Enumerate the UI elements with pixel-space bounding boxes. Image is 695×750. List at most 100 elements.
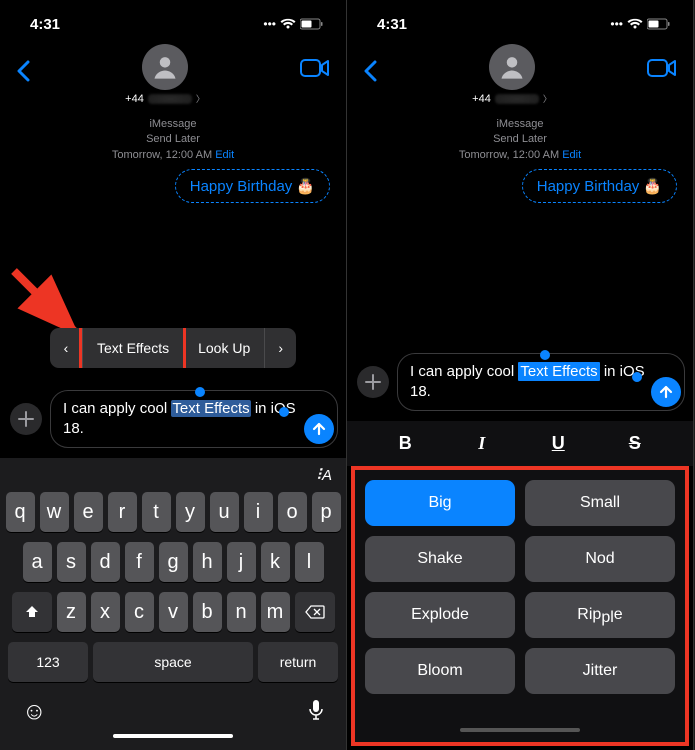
- keyboard: ⠸A q w e r t y u i o p a s d f g h j k l: [0, 458, 346, 750]
- key-shift[interactable]: [12, 592, 52, 632]
- key-p[interactable]: p: [312, 492, 341, 532]
- keyboard-format-toggle[interactable]: ⠸A: [4, 464, 342, 492]
- status-bar: 4:31 •••: [347, 0, 693, 40]
- effect-explode[interactable]: Explode: [365, 592, 515, 638]
- context-prev[interactable]: ‹: [50, 328, 82, 368]
- home-indicator[interactable]: [113, 734, 233, 738]
- key-m[interactable]: m: [261, 592, 290, 632]
- edit-schedule[interactable]: Edit: [562, 149, 581, 161]
- key-123[interactable]: 123: [8, 642, 88, 682]
- wifi-icon: [280, 18, 296, 30]
- key-y[interactable]: y: [176, 492, 205, 532]
- key-a[interactable]: a: [23, 542, 52, 582]
- compose-input[interactable]: I can apply cool Text Effects in iOS 18.: [50, 390, 338, 449]
- chevron-right-icon: 〉: [543, 92, 552, 105]
- key-i[interactable]: i: [244, 492, 273, 532]
- context-next[interactable]: ›: [264, 328, 296, 368]
- person-icon: [498, 53, 526, 81]
- key-b[interactable]: b: [193, 592, 222, 632]
- chevron-left-icon: [363, 60, 377, 82]
- status-time: 4:31: [377, 16, 407, 33]
- key-k[interactable]: k: [261, 542, 290, 582]
- key-row-1: q w e r t y u i o p: [4, 492, 342, 532]
- context-item-text-effects[interactable]: Text Effects: [82, 328, 183, 368]
- key-w[interactable]: w: [40, 492, 69, 532]
- emoji-button[interactable]: ☺: [22, 698, 47, 726]
- compose-row: I can apply cool Text Effects in iOS 18.: [0, 390, 346, 459]
- key-r[interactable]: r: [108, 492, 137, 532]
- selection-handle-start[interactable]: [195, 387, 205, 397]
- dictation-button[interactable]: [308, 699, 324, 726]
- contact-number-row: +44 〉: [472, 92, 552, 105]
- facetime-button[interactable]: [300, 44, 330, 83]
- arrow-up-icon: [312, 422, 326, 436]
- apps-button[interactable]: [357, 366, 389, 398]
- key-g[interactable]: g: [159, 542, 188, 582]
- key-x[interactable]: x: [91, 592, 120, 632]
- back-button[interactable]: [16, 44, 30, 89]
- send-button[interactable]: [304, 414, 334, 444]
- scheduled-message-bubble[interactable]: Happy Birthday 🎂: [175, 169, 330, 203]
- key-e[interactable]: e: [74, 492, 103, 532]
- key-q[interactable]: q: [6, 492, 35, 532]
- selection-handle-end[interactable]: [632, 372, 642, 382]
- effect-small[interactable]: Small: [525, 480, 675, 526]
- effect-bloom[interactable]: Bloom: [365, 648, 515, 694]
- key-n[interactable]: n: [227, 592, 256, 632]
- selection-handle-start[interactable]: [540, 350, 550, 360]
- blurred-number: [495, 94, 539, 104]
- key-d[interactable]: d: [91, 542, 120, 582]
- avatar: [142, 44, 188, 90]
- key-c[interactable]: c: [125, 592, 154, 632]
- effect-big[interactable]: Big: [365, 480, 515, 526]
- status-time: 4:31: [30, 16, 60, 33]
- selection-handle-end[interactable]: [279, 407, 289, 417]
- key-j[interactable]: j: [227, 542, 256, 582]
- key-l[interactable]: l: [295, 542, 324, 582]
- format-underline[interactable]: U: [546, 433, 570, 454]
- context-menu-inner: ‹ Text Effects Look Up ›: [50, 328, 296, 368]
- conversation-header: +44 〉: [0, 40, 346, 113]
- compose-pre: I can apply cool: [63, 400, 171, 417]
- key-h[interactable]: h: [193, 542, 222, 582]
- cellular-icon: •••: [263, 17, 276, 31]
- status-icons: •••: [263, 17, 324, 31]
- home-indicator[interactable]: [460, 728, 580, 732]
- key-s[interactable]: s: [57, 542, 86, 582]
- service-label: iMessage: [347, 117, 693, 132]
- key-backspace[interactable]: [295, 592, 335, 632]
- key-f[interactable]: f: [125, 542, 154, 582]
- scheduled-message-bubble[interactable]: Happy Birthday 🎂: [522, 169, 677, 203]
- format-italic[interactable]: I: [470, 433, 494, 454]
- key-t[interactable]: t: [142, 492, 171, 532]
- send-button[interactable]: [651, 377, 681, 407]
- key-u[interactable]: u: [210, 492, 239, 532]
- back-button[interactable]: [363, 44, 377, 89]
- key-o[interactable]: o: [278, 492, 307, 532]
- compose-input[interactable]: I can apply cool Text Effects in iOS 18.: [397, 353, 685, 412]
- edit-schedule[interactable]: Edit: [215, 149, 234, 161]
- key-return[interactable]: return: [258, 642, 338, 682]
- effect-shake[interactable]: Shake: [365, 536, 515, 582]
- battery-icon: [300, 18, 324, 30]
- blurred-number: [148, 94, 192, 104]
- compose-selection: Text Effects: [518, 362, 599, 381]
- format-bar: B I U S: [347, 421, 693, 466]
- screenshot-left: 4:31 ••• +44 〉 iMessage Send Later: [0, 0, 347, 750]
- facetime-button[interactable]: [647, 44, 677, 83]
- contact-info[interactable]: +44 〉: [125, 44, 205, 105]
- effect-nod[interactable]: Nod: [525, 536, 675, 582]
- contact-info[interactable]: +44 〉: [472, 44, 552, 105]
- battery-icon: [647, 18, 671, 30]
- phone-prefix: +44: [472, 93, 491, 105]
- key-z[interactable]: z: [57, 592, 86, 632]
- context-item-look-up[interactable]: Look Up: [183, 328, 264, 368]
- phone-prefix: +44: [125, 93, 144, 105]
- key-v[interactable]: v: [159, 592, 188, 632]
- apps-button[interactable]: [10, 403, 42, 435]
- format-strike[interactable]: S: [623, 433, 647, 454]
- key-space[interactable]: space: [93, 642, 253, 682]
- effect-ripple[interactable]: Ripple: [525, 592, 675, 638]
- format-bold[interactable]: B: [393, 433, 417, 454]
- effect-jitter[interactable]: Jitter: [525, 648, 675, 694]
